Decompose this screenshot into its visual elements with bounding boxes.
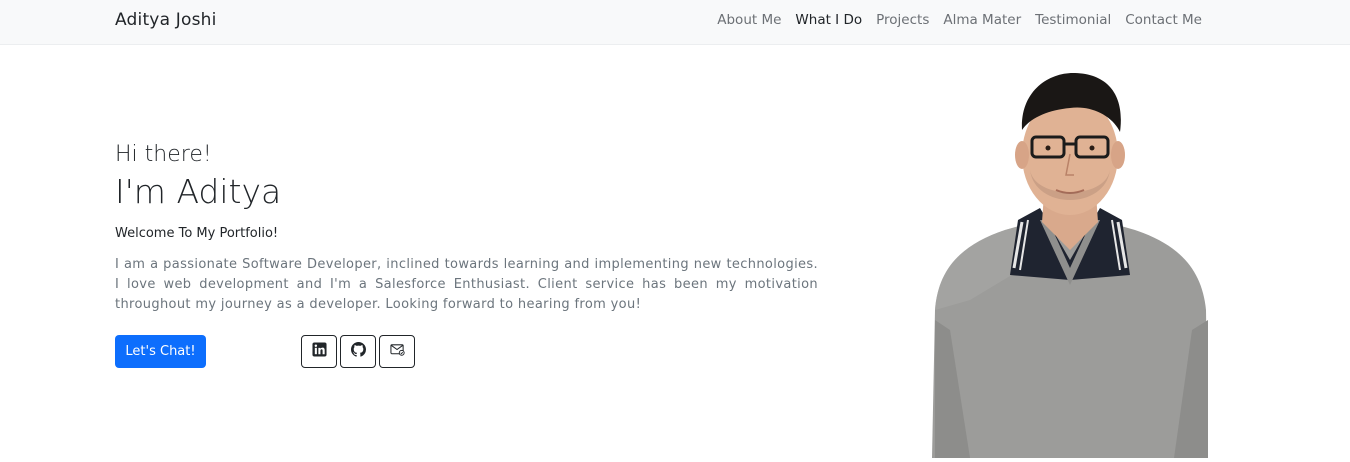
social-links [301, 335, 415, 368]
mail-icon [389, 342, 405, 361]
linkedin-icon [311, 342, 327, 361]
hero-name: I'm Aditya [115, 172, 282, 211]
nav-link-what-i-do[interactable]: What I Do [795, 12, 862, 28]
nav-links: About Me What I Do Projects Alma Mater T… [717, 12, 1202, 28]
profile-photo [930, 70, 1210, 458]
github-icon [350, 342, 366, 361]
nav-link-testimonial[interactable]: Testimonial [1035, 12, 1111, 28]
brand-link[interactable]: Aditya Joshi [115, 10, 217, 30]
hero-section: Hi there! I'm Aditya Welcome To My Portf… [115, 140, 818, 315]
navbar: Aditya Joshi About Me What I Do Projects… [0, 0, 1350, 45]
linkedin-button[interactable] [301, 335, 337, 368]
nav-link-about-me[interactable]: About Me [717, 12, 781, 28]
hero-bio: I am a passionate Software Developer, in… [115, 257, 818, 312]
lets-chat-button[interactable]: Let's Chat! [115, 335, 206, 368]
nav-link-alma-mater[interactable]: Alma Mater [943, 12, 1021, 28]
email-button[interactable] [379, 335, 415, 368]
hero-actions: Let's Chat! [115, 335, 435, 369]
nav-link-contact-me[interactable]: Contact Me [1125, 12, 1202, 28]
hero-greeting: Hi there! [115, 142, 212, 167]
nav-link-projects[interactable]: Projects [876, 12, 929, 28]
hero-welcome: Welcome To My Portfolio! [115, 226, 279, 241]
github-button[interactable] [340, 335, 376, 368]
